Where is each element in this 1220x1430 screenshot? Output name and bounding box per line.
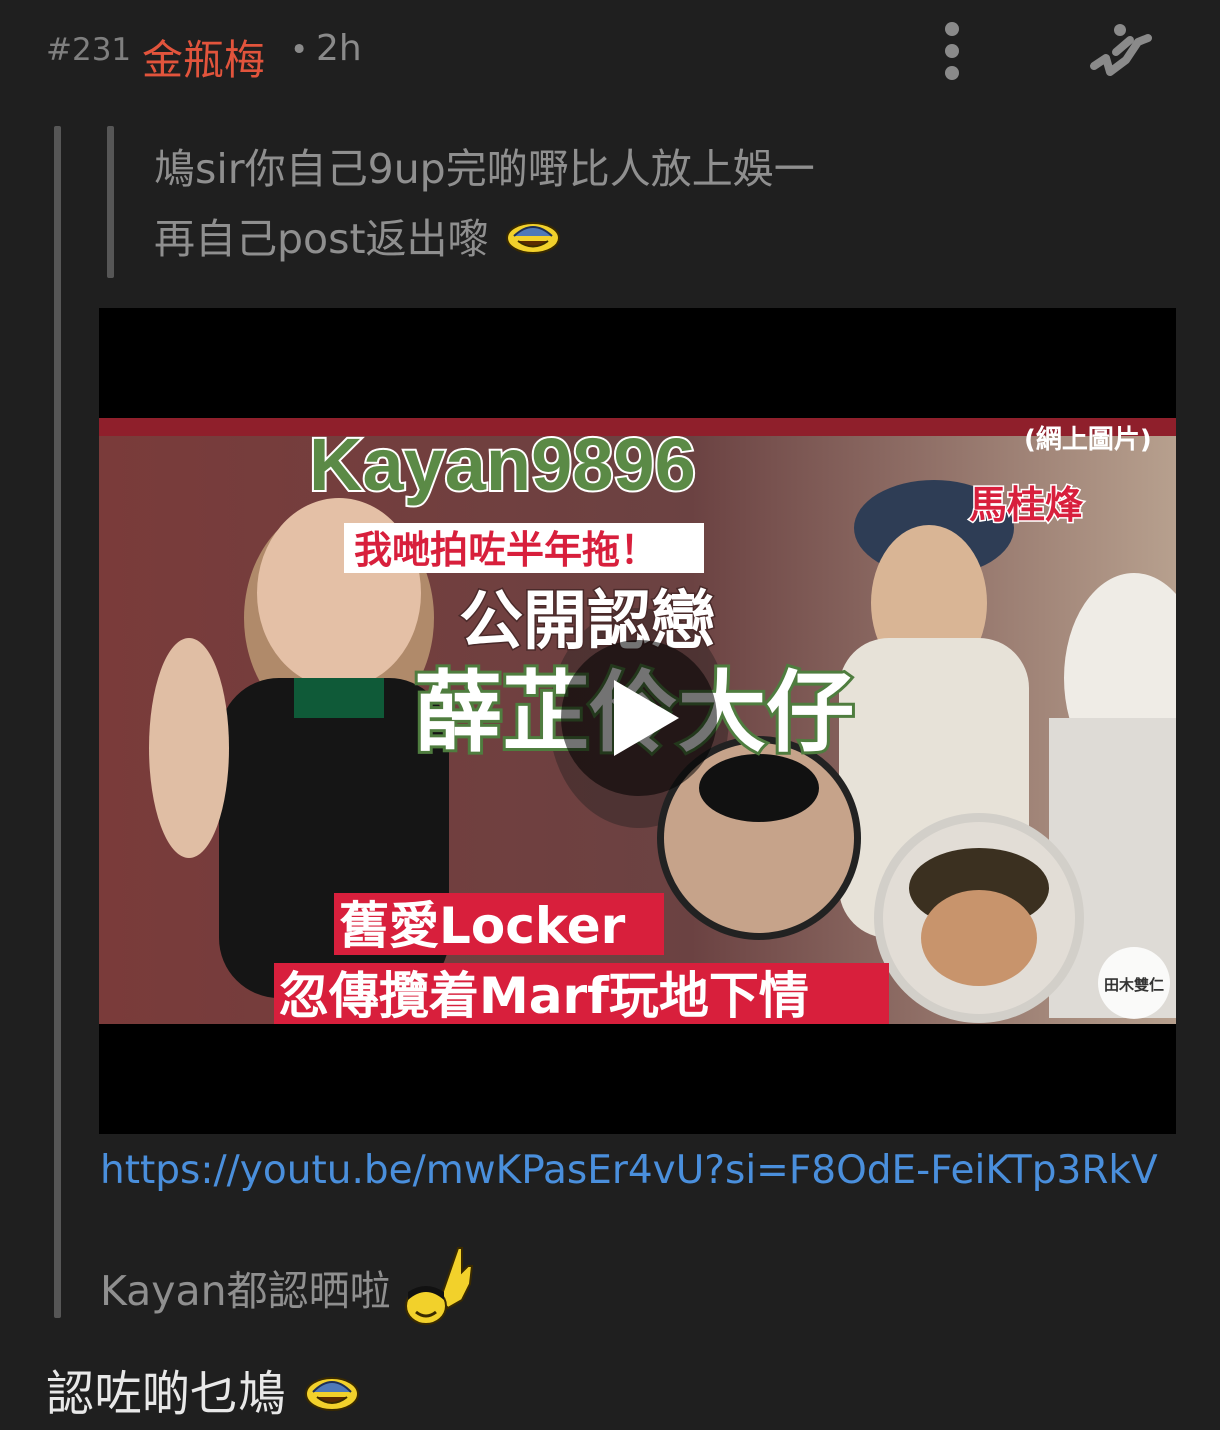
separator-dot: • [290,32,309,68]
post-number: #231 [46,32,132,68]
laughing-emoji-icon [502,207,564,277]
post-header: #231 金瓶梅 • 2h [46,22,1186,84]
outer-quote-text: Kayan都認晒啦 [100,1244,484,1344]
subtitle: 我哋拍咗半年拖！ [354,528,658,572]
video-thumbnail: Kayan9896 (網上圖片) 馬桂烽 我哋拍咗半年拖！ 公開認戀 薛芷伶大仔… [99,418,1176,1024]
devil-horns-emoji-icon [404,1244,484,1344]
post-time: 2h [316,28,362,69]
laughing-emoji-icon [301,1368,363,1426]
headline-1: 公開認戀 [459,585,715,659]
quote-reply-icon[interactable] [1086,22,1158,84]
source-tag: (網上圖片) [1024,424,1152,455]
youtube-link[interactable]: https://youtu.be/mwKPasEr4vU?si=F8OdE-Fe… [100,1148,1158,1193]
inner-quote-line-1: 鳩sir你自己9up完啲嘢比人放上娛一 [154,145,815,193]
inner-quote-line-2: 再自己post返出嚟 [154,215,489,263]
watermark-text: 田木雙仁 [1104,976,1164,994]
reply-text: 認咗啲乜鳩 [46,1354,363,1426]
inner-quote-text: 鳩sir你自己9up完啲嘢比人放上娛一 再自己post返出嚟 [154,134,1054,277]
more-options-icon[interactable] [938,22,966,84]
banner-2: 忽傳攬着Marf玩地下情 [279,967,809,1024]
banner-1: 舊愛Locker [339,897,626,955]
outer-quote-bar [54,126,61,1318]
name-tag: 馬桂烽 [969,483,1084,527]
play-button-icon[interactable] [561,640,717,796]
inner-quote-bar [107,126,114,278]
youtube-video-embed[interactable]: Kayan9896 (網上圖片) 馬桂烽 我哋拍咗半年拖！ 公開認戀 薛芷伶大仔… [99,308,1176,1134]
username[interactable]: 金瓶梅 [142,26,265,86]
channel-text: Kayan9896 [309,423,696,506]
